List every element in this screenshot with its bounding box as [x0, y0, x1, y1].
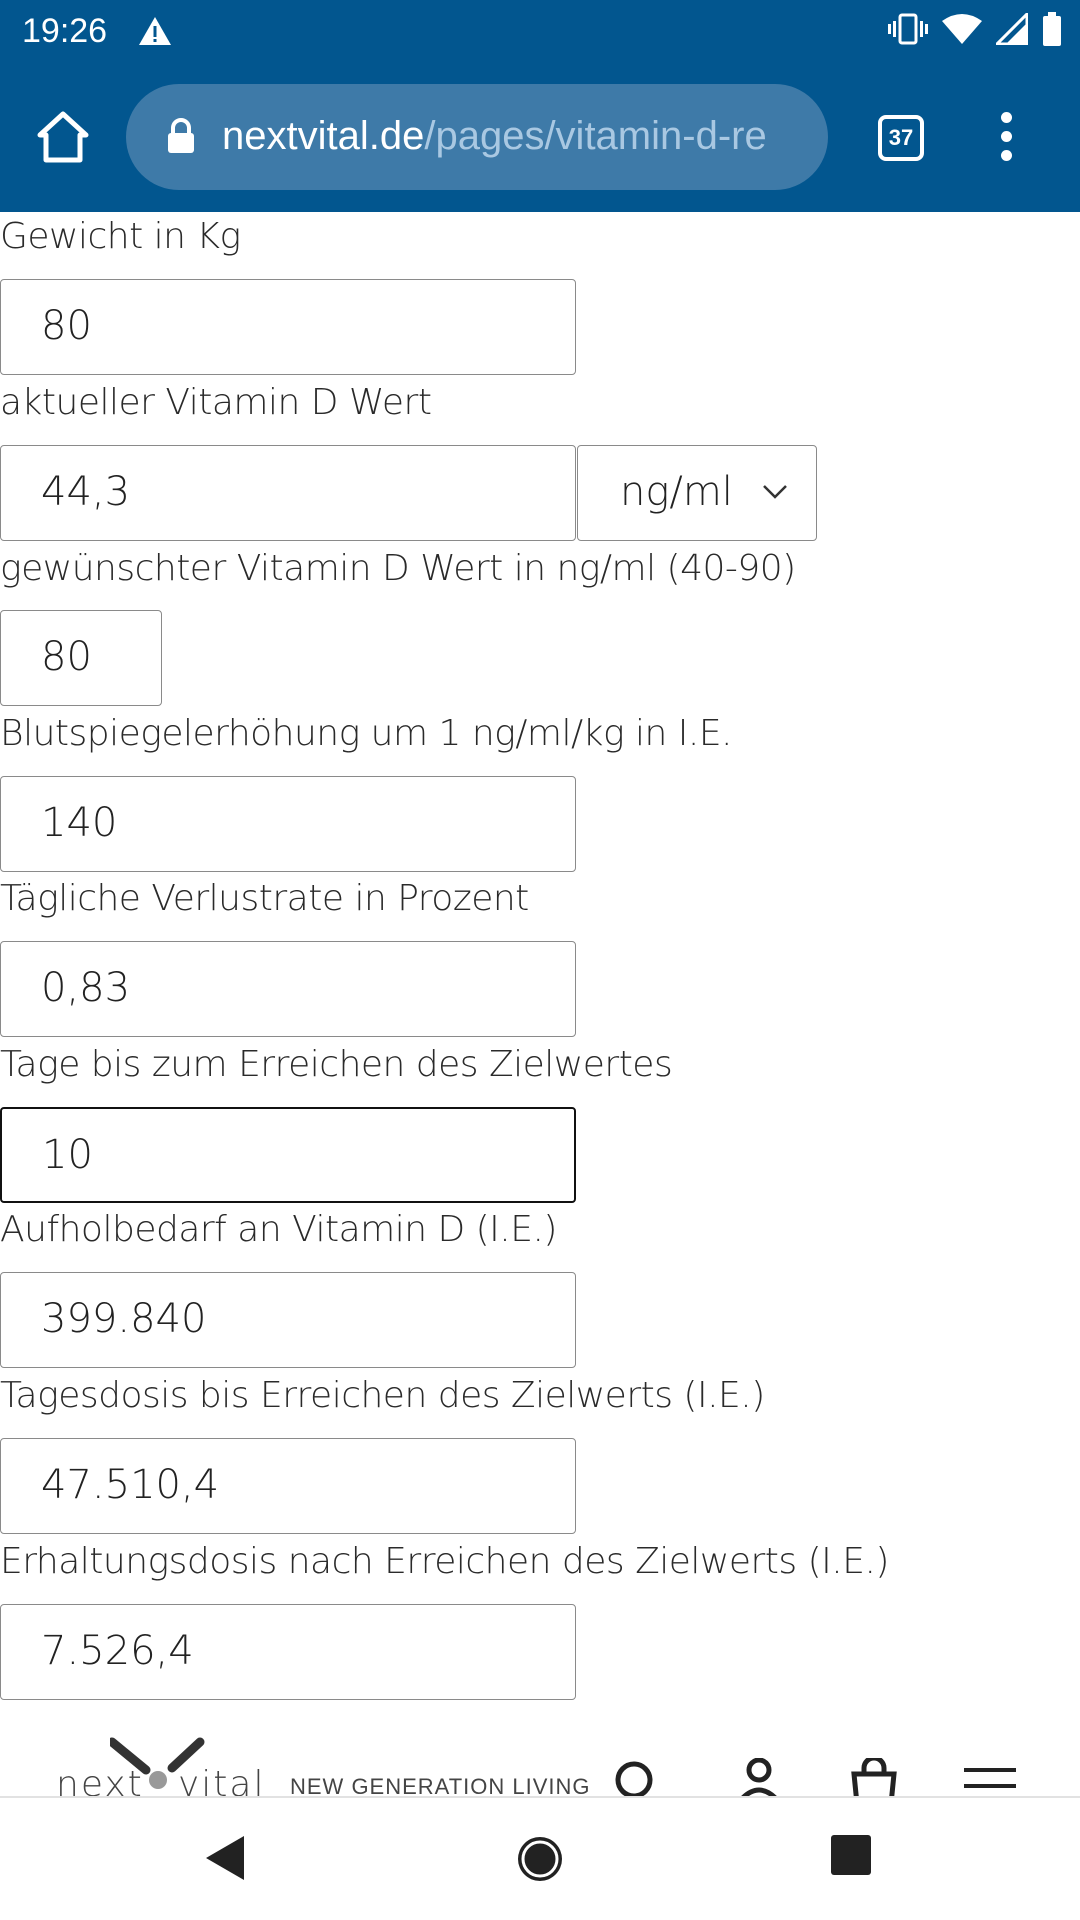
catch-up-need-label: Aufholbedarf an Vitamin D (I.E.)	[0, 1209, 557, 1250]
hamburger-icon[interactable]	[964, 1758, 1016, 1796]
url-bar[interactable]: nextvital.de/pages/vitamin-d-re	[126, 84, 828, 190]
cart-icon[interactable]	[848, 1758, 900, 1796]
url-path: /pages/vitamin-d-re	[424, 114, 767, 158]
logo-text-vital: vital	[178, 1764, 266, 1796]
battery-icon	[1043, 12, 1061, 46]
home-nav-icon[interactable]	[515, 1834, 565, 1884]
site-header: next vital NEW GENERATION LIVING	[0, 1734, 1080, 1796]
wifi-icon	[942, 14, 982, 44]
target-vitamin-d-label: gewünschter Vitamin D Wert in ng/ml (40-…	[0, 548, 796, 589]
logo-text-next: next	[56, 1764, 144, 1796]
unit-select-value: ng/ml	[620, 469, 733, 515]
current-vitamin-d-input[interactable]: 44,3	[0, 445, 576, 541]
overflow-menu-icon[interactable]	[996, 112, 1016, 168]
url-text[interactable]: nextvital.de/pages/vitamin-d-re	[222, 114, 812, 162]
recents-icon[interactable]	[830, 1834, 872, 1876]
daily-loss-rate-label: Tägliche Verlustrate in Prozent	[0, 878, 529, 919]
daily-dose-label: Tagesdosis bis Erreichen des Zielwerts (…	[0, 1375, 765, 1416]
vibrate-icon	[888, 13, 928, 45]
warning-icon	[139, 17, 171, 45]
url-host: nextvital.de	[222, 114, 425, 158]
maintenance-dose-output[interactable]: 7.526,4	[0, 1604, 576, 1700]
system-nav-bar	[0, 1798, 1080, 1920]
signal-icon	[996, 13, 1028, 45]
chevron-down-icon	[763, 485, 787, 499]
catch-up-need-output[interactable]: 399.840	[0, 1272, 576, 1368]
daily-dose-output[interactable]: 47.510,4	[0, 1438, 576, 1534]
blood-level-increase-input[interactable]: 140	[0, 776, 576, 872]
days-to-target-label: Tage bis zum Erreichen des Zielwertes	[0, 1044, 673, 1085]
status-bar: 19:26	[0, 0, 1080, 68]
status-time: 19:26	[22, 12, 108, 50]
daily-loss-rate-input[interactable]: 0,83	[0, 941, 576, 1037]
unit-select[interactable]: ng/ml	[577, 445, 817, 541]
status-icons	[888, 12, 1062, 46]
account-icon[interactable]	[736, 1758, 782, 1796]
days-to-target-input[interactable]: 10	[0, 1107, 576, 1203]
lock-icon	[168, 118, 194, 153]
site-tagline: NEW GENERATION LIVING	[290, 1774, 591, 1796]
weight-input[interactable]: 80	[0, 279, 576, 375]
target-vitamin-d-input[interactable]: 80	[0, 610, 162, 706]
maintenance-dose-label: Erhaltungsdosis nach Erreichen des Zielw…	[0, 1541, 889, 1582]
blood-level-increase-label: Blutspiegelerhöhung um 1 ng/ml/kg in I.E…	[0, 713, 733, 754]
browser-toolbar: nextvital.de/pages/vitamin-d-re 37	[0, 68, 1080, 212]
weight-label: Gewicht in Kg	[0, 216, 241, 257]
search-icon[interactable]	[612, 1758, 660, 1796]
back-icon[interactable]	[204, 1834, 248, 1882]
current-vitamin-d-label: aktueller Vitamin D Wert	[0, 382, 432, 423]
tab-switcher-button[interactable]: 37	[878, 115, 924, 161]
home-icon[interactable]	[34, 108, 92, 166]
